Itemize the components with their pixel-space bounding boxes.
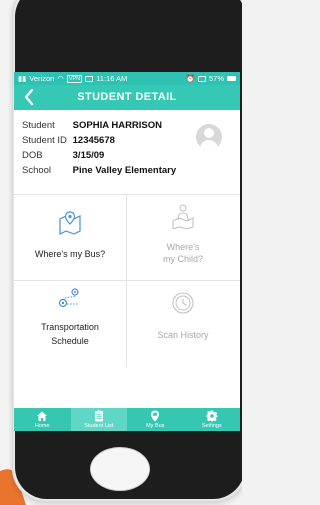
alarm-icon: ⏰: [185, 74, 195, 83]
home-icon: [37, 411, 48, 421]
tab-bar: Home Student List My Bus Settings: [14, 408, 240, 431]
student-row: Student SOPHIA HARRISON: [22, 120, 162, 131]
screen-icon: [85, 75, 94, 82]
clock-time: 11:16 AM: [96, 74, 128, 83]
school-label: School: [22, 165, 52, 176]
vpn-badge: VPN: [66, 74, 83, 83]
wheres-my-bus-tile[interactable]: Where's my Bus?: [14, 195, 126, 280]
scan-history-label: Scan History: [157, 330, 209, 340]
gear-icon: [206, 410, 218, 422]
student-info-card: Student SOPHIA HARRISON Student ID 12345…: [14, 110, 240, 195]
transportation-schedule-label-line2: Schedule: [51, 336, 89, 346]
stage: ▮▮ Verizon ◠ VPN 11:16 AM ⏰ 57% STUDENT: [0, 0, 242, 505]
bus-icon: [151, 410, 160, 422]
student-name: SOPHIA HARRISON: [72, 120, 163, 131]
app-screen: ▮▮ Verizon ◠ VPN 11:16 AM ⏰ 57% STUDENT: [14, 72, 240, 431]
tab-home-label: Home: [34, 423, 50, 429]
cast-icon: [197, 75, 206, 82]
status-bar: ▮▮ Verizon ◠ VPN 11:16 AM ⏰ 57%: [14, 72, 240, 85]
action-grid: Where's my Bus? Where's my Child? Transp…: [14, 195, 240, 367]
transportation-schedule-label-line1: Transportation: [41, 322, 99, 332]
page-title: STUDENT DETAIL: [77, 91, 177, 103]
wheres-my-bus-label: Where's my Bus?: [34, 249, 106, 259]
carrier-label: Verizon: [29, 74, 55, 83]
clock-icon: [172, 292, 194, 314]
student-id-row: Student ID 12345678: [22, 135, 115, 146]
transportation-schedule-tile[interactable]: Transportation Schedule: [14, 281, 126, 366]
map-pin-icon: [59, 211, 81, 235]
wifi-icon: ◠: [57, 74, 64, 83]
tab-my-bus[interactable]: My Bus: [127, 408, 184, 431]
wheres-my-child-tile[interactable]: Where's my Child?: [127, 195, 239, 280]
tab-student-list-label: Student List: [84, 423, 114, 429]
tab-home[interactable]: Home: [14, 408, 71, 431]
avatar-head: [204, 128, 214, 138]
dob-label: DOB: [22, 150, 43, 161]
school-row: School Pine Valley Elementary: [22, 165, 176, 176]
wheres-my-child-label-line1: Where's: [166, 242, 200, 252]
avatar: [196, 124, 222, 150]
dob-row: DOB 3/15/09: [22, 150, 104, 161]
avatar-body: [200, 140, 218, 150]
child-location-icon: [172, 204, 194, 229]
signal-icon: ▮▮: [18, 74, 27, 83]
tab-student-list[interactable]: Student List: [70, 408, 127, 431]
wheres-my-child-label-line2: my Child?: [162, 254, 203, 264]
tab-settings[interactable]: Settings: [184, 408, 241, 431]
school-value: Pine Valley Elementary: [72, 165, 177, 176]
route-icon: [58, 288, 79, 308]
battery-percent: 57%: [208, 74, 224, 83]
battery-icon: [227, 76, 236, 81]
nav-bar: STUDENT DETAIL: [14, 85, 240, 110]
tab-settings-label: Settings: [201, 423, 222, 429]
student-label: Student: [22, 120, 55, 131]
scan-history-tile[interactable]: Scan History: [127, 281, 239, 366]
student-id-value: 12345678: [72, 135, 115, 146]
tab-my-bus-label: My Bus: [146, 423, 165, 429]
student-id-label: Student ID: [22, 135, 67, 146]
list-icon: [94, 410, 103, 422]
phone-home-button[interactable]: [90, 447, 150, 491]
dob-value: 3/15/09: [72, 150, 105, 161]
